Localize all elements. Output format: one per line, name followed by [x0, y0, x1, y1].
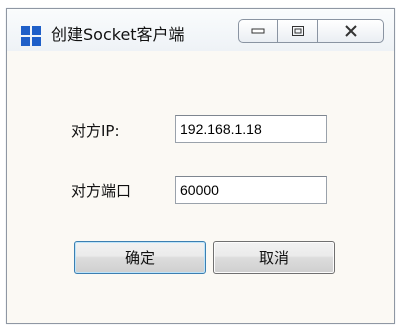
cancel-button[interactable]: 取消	[213, 241, 335, 274]
port-label: 对方端口	[71, 182, 132, 200]
maximize-button[interactable]	[278, 19, 318, 43]
minimize-button[interactable]	[238, 19, 278, 43]
caption-buttons	[238, 19, 384, 43]
title-bar[interactable]: 创建Socket客户端	[7, 9, 394, 51]
close-button[interactable]	[318, 19, 384, 43]
close-icon	[344, 25, 357, 37]
window-title: 创建Socket客户端	[51, 25, 185, 44]
ip-label: 对方IP:	[71, 122, 120, 140]
desktop-background: 创建Socket客户端 对方IP: 192.168.1.18 对方端口 6000…	[0, 0, 405, 331]
maximize-icon	[291, 26, 304, 36]
dialog-window: 创建Socket客户端 对方IP: 192.168.1.18 对方端口 6000…	[6, 8, 395, 324]
minimize-icon	[251, 28, 265, 34]
ip-input[interactable]	[175, 115, 327, 143]
port-input[interactable]	[175, 176, 327, 204]
dialog-client-area: 对方IP: 对方端口 确定 取消	[10, 51, 390, 319]
windows-logo-icon	[21, 26, 41, 46]
ok-button[interactable]: 确定	[74, 241, 206, 274]
